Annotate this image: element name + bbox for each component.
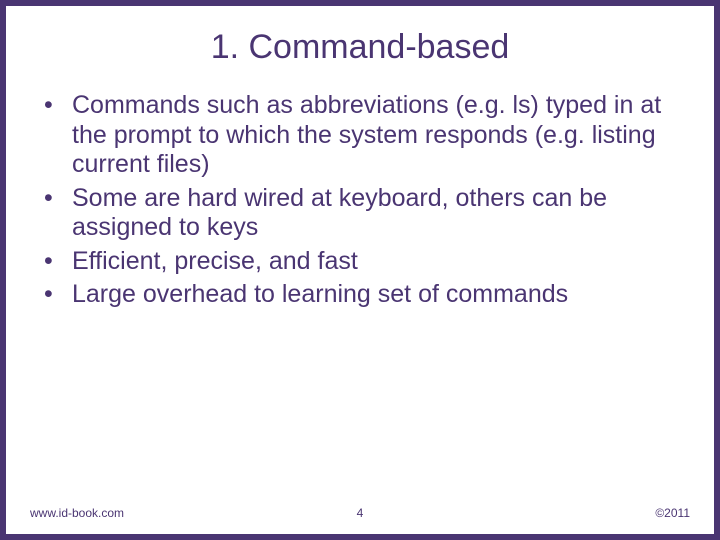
slide-title: 1. Command-based [6,28,714,67]
slide: 1. Command-based Commands such as abbrev… [0,0,720,540]
footer-copyright: ©2011 [655,506,690,520]
slide-footer: www.id-book.com 4 ©2011 [6,500,714,520]
bullet-item: Efficient, precise, and fast [40,247,680,277]
bullet-item: Some are hard wired at keyboard, others … [40,184,680,243]
footer-page-number: 4 [357,506,364,520]
bullet-item: Large overhead to learning set of comman… [40,280,680,310]
bullet-list: Commands such as abbreviations (e.g. ls)… [40,91,680,310]
footer-url: www.id-book.com [30,506,124,520]
slide-body: Commands such as abbreviations (e.g. ls)… [6,91,714,310]
bullet-item: Commands such as abbreviations (e.g. ls)… [40,91,680,180]
